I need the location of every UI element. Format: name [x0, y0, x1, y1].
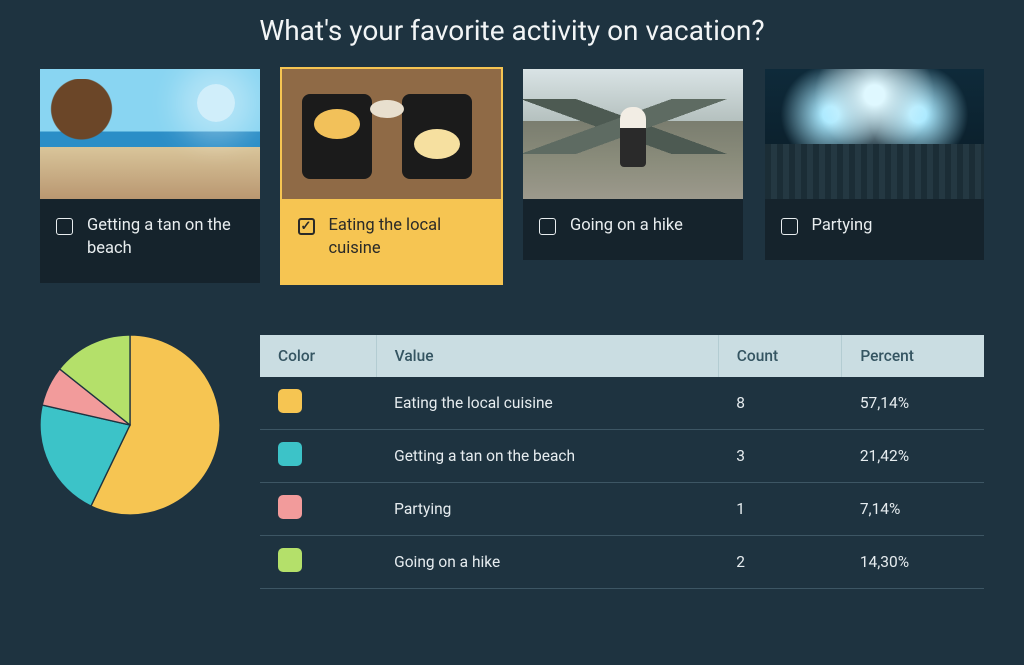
option-caption: Eating the local cuisine — [282, 199, 502, 283]
poll-title: What's your favorite activity on vacatio… — [0, 0, 1024, 69]
results-table: Color Value Count Percent Eating the loc… — [260, 335, 984, 589]
color-swatch — [278, 389, 302, 413]
table-header-row: Color Value Count Percent — [260, 335, 984, 377]
results-area: Color Value Count Percent Eating the loc… — [0, 283, 1024, 589]
cell-percent: 14,30% — [842, 535, 984, 588]
option-food[interactable]: Eating the local cuisine — [282, 69, 502, 283]
checkbox-icon[interactable] — [539, 218, 556, 235]
color-swatch — [278, 442, 302, 466]
cell-value: Eating the local cuisine — [376, 377, 718, 430]
color-swatch — [278, 495, 302, 519]
option-image-food — [282, 69, 502, 199]
pie-chart-container — [40, 335, 220, 515]
checkbox-icon[interactable] — [298, 218, 315, 235]
option-label: Partying — [812, 215, 873, 238]
cell-percent: 21,42% — [842, 429, 984, 482]
option-party[interactable]: Partying — [765, 69, 985, 283]
cell-count: 2 — [718, 535, 842, 588]
table-row: Partying17,14% — [260, 482, 984, 535]
checkbox-icon[interactable] — [56, 218, 73, 235]
cell-count: 1 — [718, 482, 842, 535]
cell-count: 3 — [718, 429, 842, 482]
cell-value: Going on a hike — [376, 535, 718, 588]
col-color: Color — [260, 335, 376, 377]
col-value: Value — [376, 335, 718, 377]
option-label: Going on a hike — [570, 215, 683, 238]
pie-chart — [40, 335, 220, 515]
option-image-beach — [40, 69, 260, 199]
color-swatch — [278, 548, 302, 572]
table-row: Eating the local cuisine857,14% — [260, 377, 984, 430]
cell-percent: 7,14% — [842, 482, 984, 535]
table-body: Eating the local cuisine857,14%Getting a… — [260, 377, 984, 589]
option-beach[interactable]: Getting a tan on the beach — [40, 69, 260, 283]
poll-options: Getting a tan on the beach Eating the lo… — [0, 69, 1024, 283]
cell-value: Getting a tan on the beach — [376, 429, 718, 482]
table-row: Getting a tan on the beach321,42% — [260, 429, 984, 482]
option-caption: Getting a tan on the beach — [40, 199, 260, 283]
cell-percent: 57,14% — [842, 377, 984, 430]
cell-color — [260, 535, 376, 588]
option-hike[interactable]: Going on a hike — [523, 69, 743, 283]
table-row: Going on a hike214,30% — [260, 535, 984, 588]
cell-color — [260, 482, 376, 535]
cell-color — [260, 429, 376, 482]
option-image-party — [765, 69, 985, 199]
option-image-hike — [523, 69, 743, 199]
option-label: Getting a tan on the beach — [87, 215, 244, 261]
cell-color — [260, 377, 376, 430]
col-count: Count — [718, 335, 842, 377]
cell-count: 8 — [718, 377, 842, 430]
option-label: Eating the local cuisine — [329, 215, 486, 261]
option-caption: Partying — [765, 199, 985, 260]
checkbox-icon[interactable] — [781, 218, 798, 235]
option-caption: Going on a hike — [523, 199, 743, 260]
cell-value: Partying — [376, 482, 718, 535]
col-percent: Percent — [842, 335, 984, 377]
